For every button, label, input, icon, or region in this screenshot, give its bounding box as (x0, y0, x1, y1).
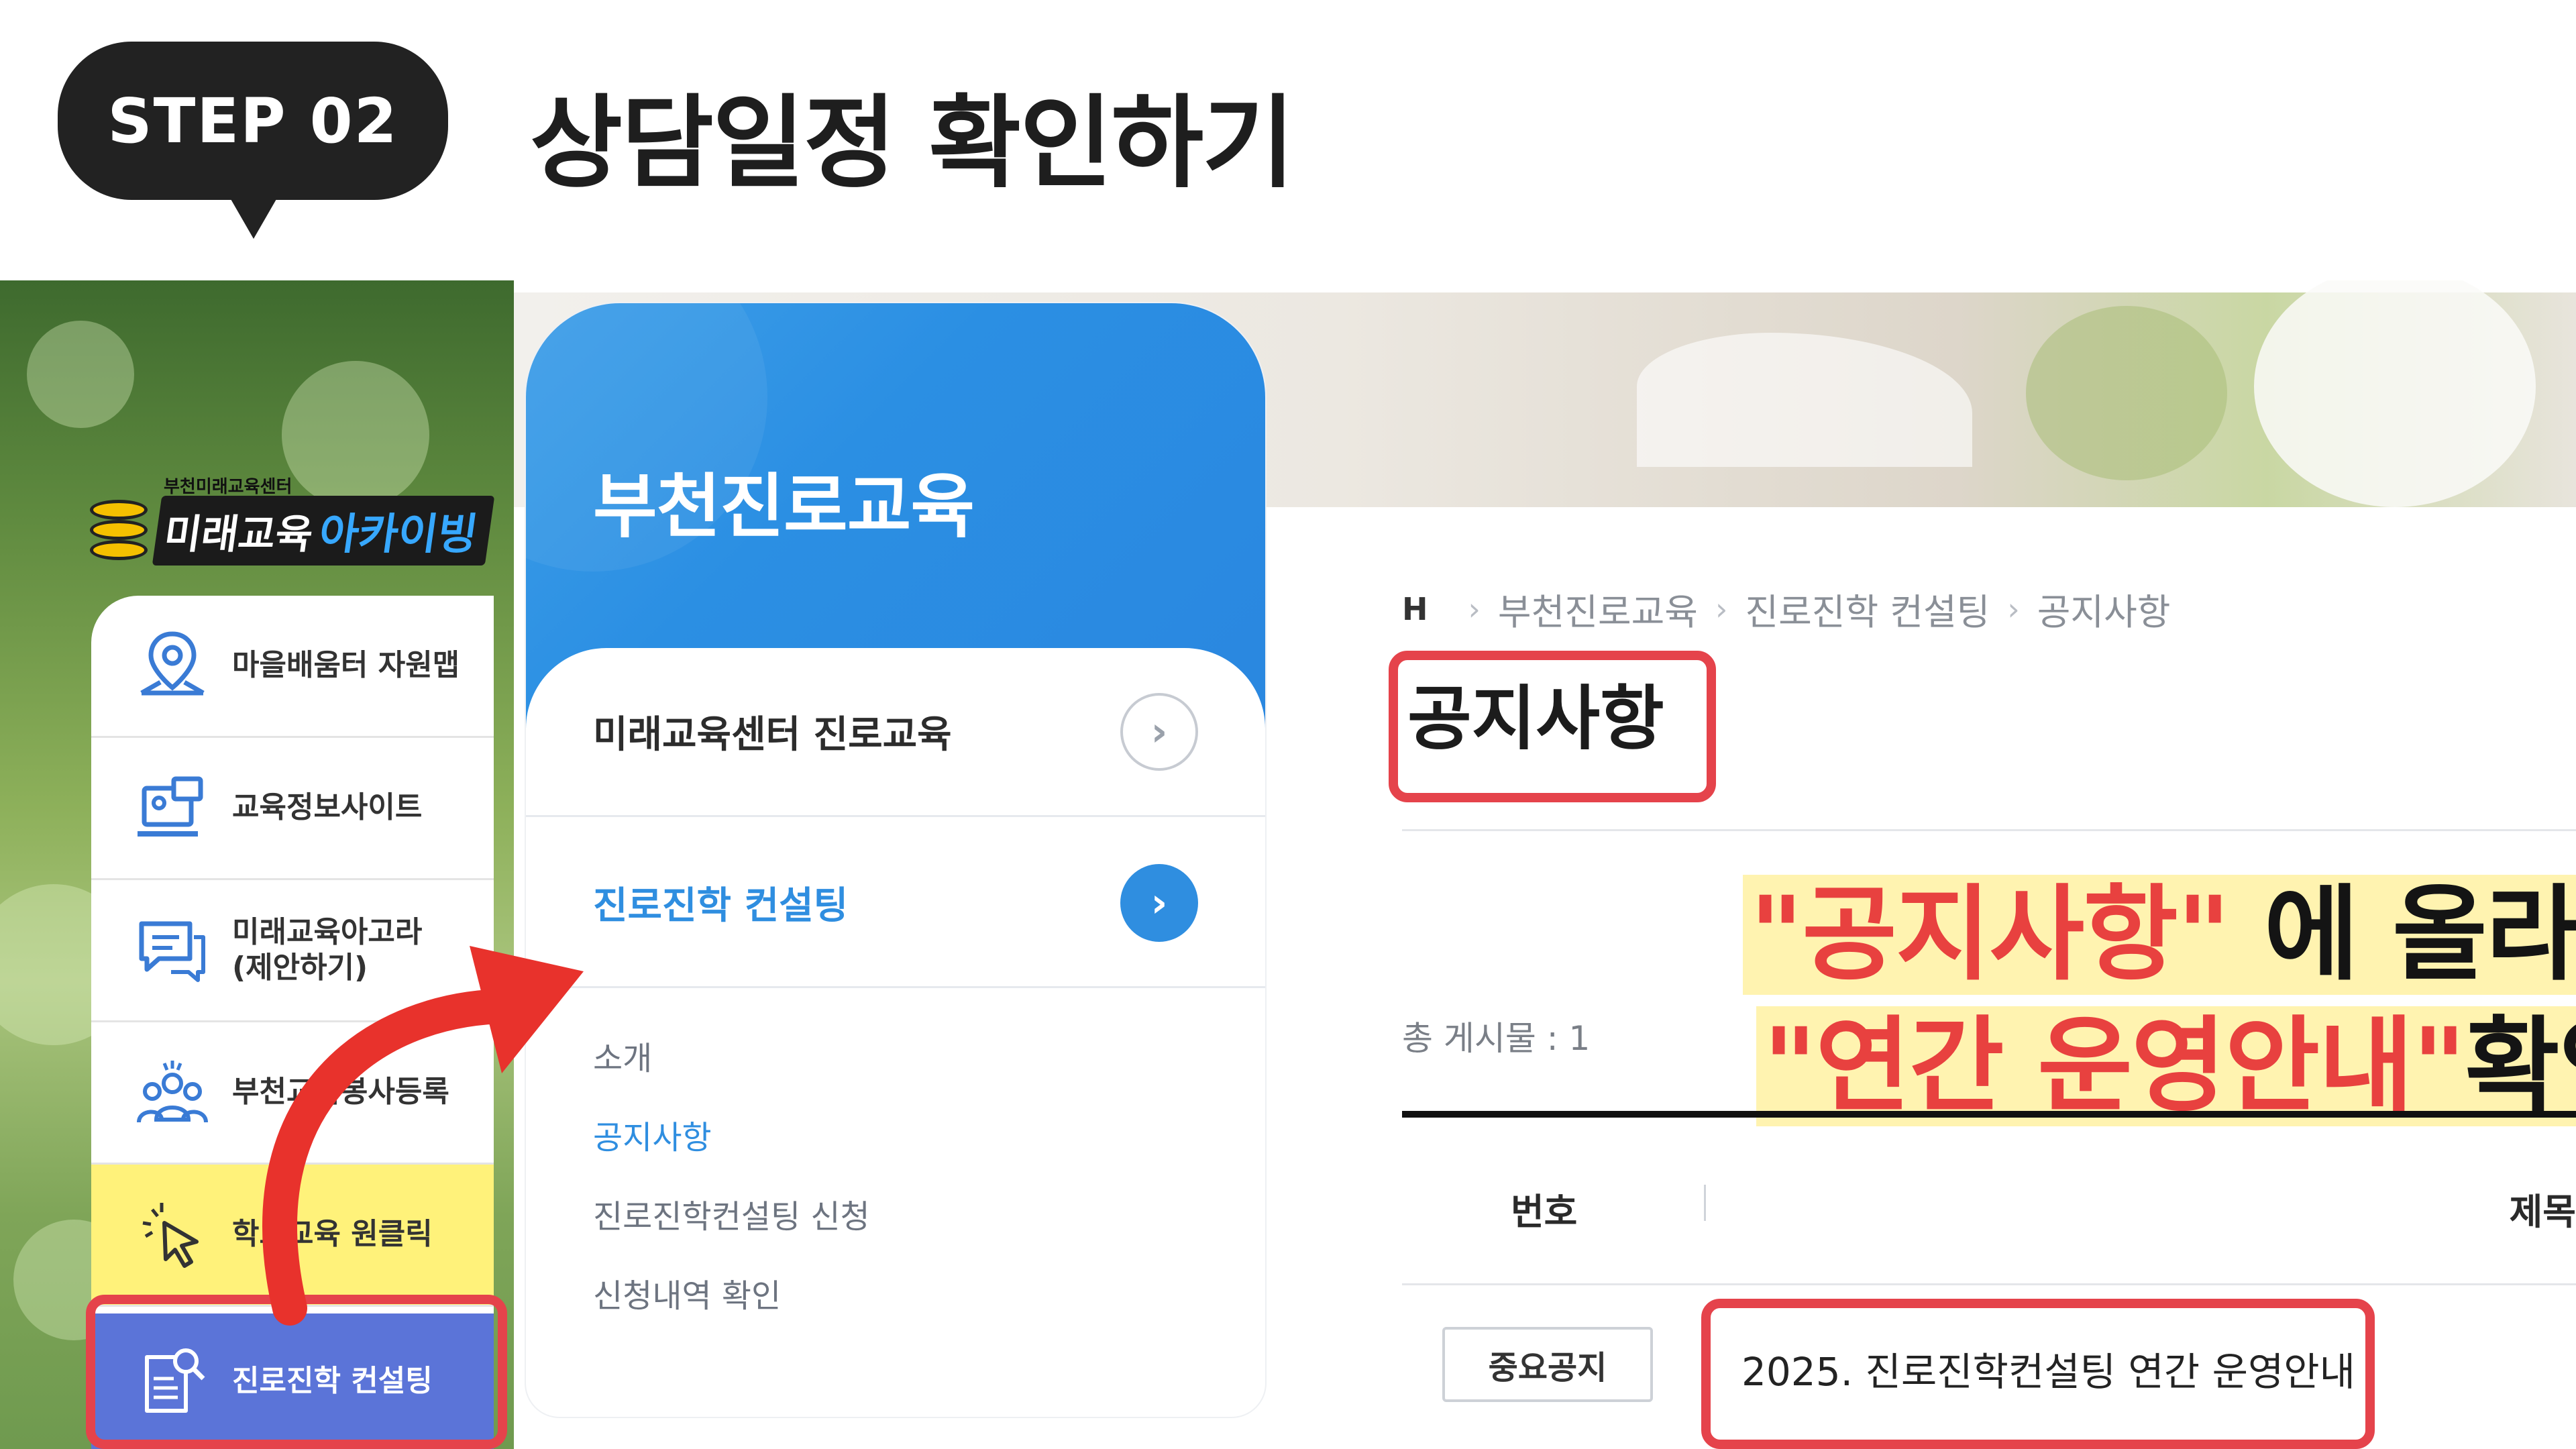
logo-text-accent: 아카이빙 (315, 510, 481, 559)
column-divider (1704, 1185, 1706, 1221)
breadcrumb: H › 부천진로교육 › 진로진학 컨설팅 › 공지사항 (1402, 582, 2170, 635)
chat-bubble-icon (129, 907, 216, 994)
menu-label: 미래교육아고라 (제안하기) (232, 914, 423, 985)
callout-line-1: "공지사항" 에 올라온 (1743, 851, 2576, 1000)
breadcrumb-item[interactable]: 공지사항 (2037, 582, 2171, 635)
sub-nav-history[interactable]: 신청내역 확인 (593, 1269, 781, 1316)
highlight-box-career-menu (86, 1295, 507, 1449)
logo-text-main: 미래교육 (161, 511, 316, 558)
chevron-right-icon: › (1468, 590, 1481, 627)
home-icon[interactable]: H (1402, 591, 1428, 627)
important-notice-badge: 중요공지 (1442, 1327, 1653, 1402)
side-nav-body: 미래교육센터 진로교육 › 진로진학 컨설팅 › 소개 공지사항 진로진학컨설팅… (526, 648, 1265, 1417)
chevron-right-icon: › (1715, 590, 1728, 627)
sub-nav-apply[interactable]: 진로진학컨설팅 신청 (593, 1190, 870, 1237)
callout-emphasis: "연간 운영안내" (1763, 1006, 2466, 1126)
menu-item-school-oneclick[interactable]: 학교교육 원클릭 (91, 1165, 494, 1307)
chevron-right-icon: › (2007, 590, 2020, 627)
highlight-box-notice-row (1701, 1299, 2375, 1449)
divider (1402, 829, 2576, 831)
side-nav: 부천진로교육 미래교육센터 진로교육 › 진로진학 컨설팅 › 소개 공지사항 … (526, 303, 1265, 1417)
side-nav-title: 부천진로교육 (593, 466, 975, 547)
callout-text: 에 올라온 (2263, 875, 2576, 995)
breadcrumb-item[interactable]: 부천진로교육 (1498, 582, 1698, 635)
database-icon (90, 500, 148, 561)
callout-emphasis: "공지사항" (1750, 875, 2231, 995)
sub-nav-notice[interactable]: 공지사항 (593, 1111, 712, 1158)
menu-item-edu-info[interactable]: 교육정보사이트 (91, 738, 494, 880)
table-header: 번호 제목 (1402, 1118, 2576, 1285)
menu-item-agora[interactable]: 미래교육아고라 (제안하기) (91, 880, 494, 1022)
click-cursor-icon (129, 1191, 216, 1279)
computer-icon (129, 765, 216, 852)
main-content: H › 부천진로교육 › 진로진학 컨설팅 › 공지사항 공지사항 "공지사항"… (1359, 280, 2576, 1449)
map-pin-icon (129, 623, 216, 710)
logo-subtitle: 부천미래교육센터 (164, 477, 292, 497)
step-badge: STEP 02 (58, 42, 448, 200)
post-count: 총 게시물 : 1 (1402, 1019, 1591, 1058)
menu-item-volunteer[interactable]: 부천교육봉사등록 (91, 1022, 494, 1165)
column-header-title: 제목 (2509, 1191, 2576, 1233)
people-group-icon (129, 1049, 216, 1136)
badge-label: 중요공지 (1488, 1349, 1607, 1387)
chevron-right-icon: › (1120, 863, 1198, 942)
table-top-rule (1402, 1111, 2576, 1118)
callout-line-2: "연간 운영안내"확인 (1756, 982, 2576, 1132)
step-label: STEP 02 (107, 85, 398, 157)
menu-item-resource-map[interactable]: 마을배움터 자원맵 (91, 596, 494, 738)
page-title: 상담일정 확인하기 (530, 85, 1295, 202)
step-badge-tail (228, 195, 279, 239)
site-logo[interactable]: 부천미래교육센터 미래교육 아카이빙 (90, 477, 506, 568)
chevron-right-icon: › (1120, 692, 1198, 771)
callout-text: 확인 (2465, 1006, 2576, 1126)
sub-nav-intro[interactable]: 소개 (593, 1032, 652, 1079)
breadcrumb-item[interactable]: 진로진학 컨설팅 (1745, 582, 1990, 635)
menu-label: 학교교육 원클릭 (232, 1217, 433, 1252)
site-screenshot: 부천진로교육 미래교육센터 진로교육 › 진로진학 컨설팅 › 소개 공지사항 … (514, 280, 2576, 1449)
column-header-number: 번호 (1511, 1191, 1578, 1233)
nav-row-career-education[interactable]: 미래교육센터 진로교육 › (526, 648, 1265, 817)
nav-row-label: 진로진학 컨설팅 (593, 884, 849, 928)
highlight-box-title (1389, 651, 1716, 802)
menu-label: 부천교육봉사등록 (232, 1075, 449, 1110)
menu-label: 마을배움터 자원맵 (232, 648, 460, 683)
nav-row-career-consulting[interactable]: 진로진학 컨설팅 › (526, 819, 1265, 988)
menu-label: 교육정보사이트 (232, 790, 423, 825)
nav-row-label: 미래교육센터 진로교육 (593, 713, 952, 757)
site-left-panel: 부천미래교육센터 미래교육 아카이빙 마을배움터 자원맵 교육정보사이트 미래교… (0, 280, 514, 1449)
